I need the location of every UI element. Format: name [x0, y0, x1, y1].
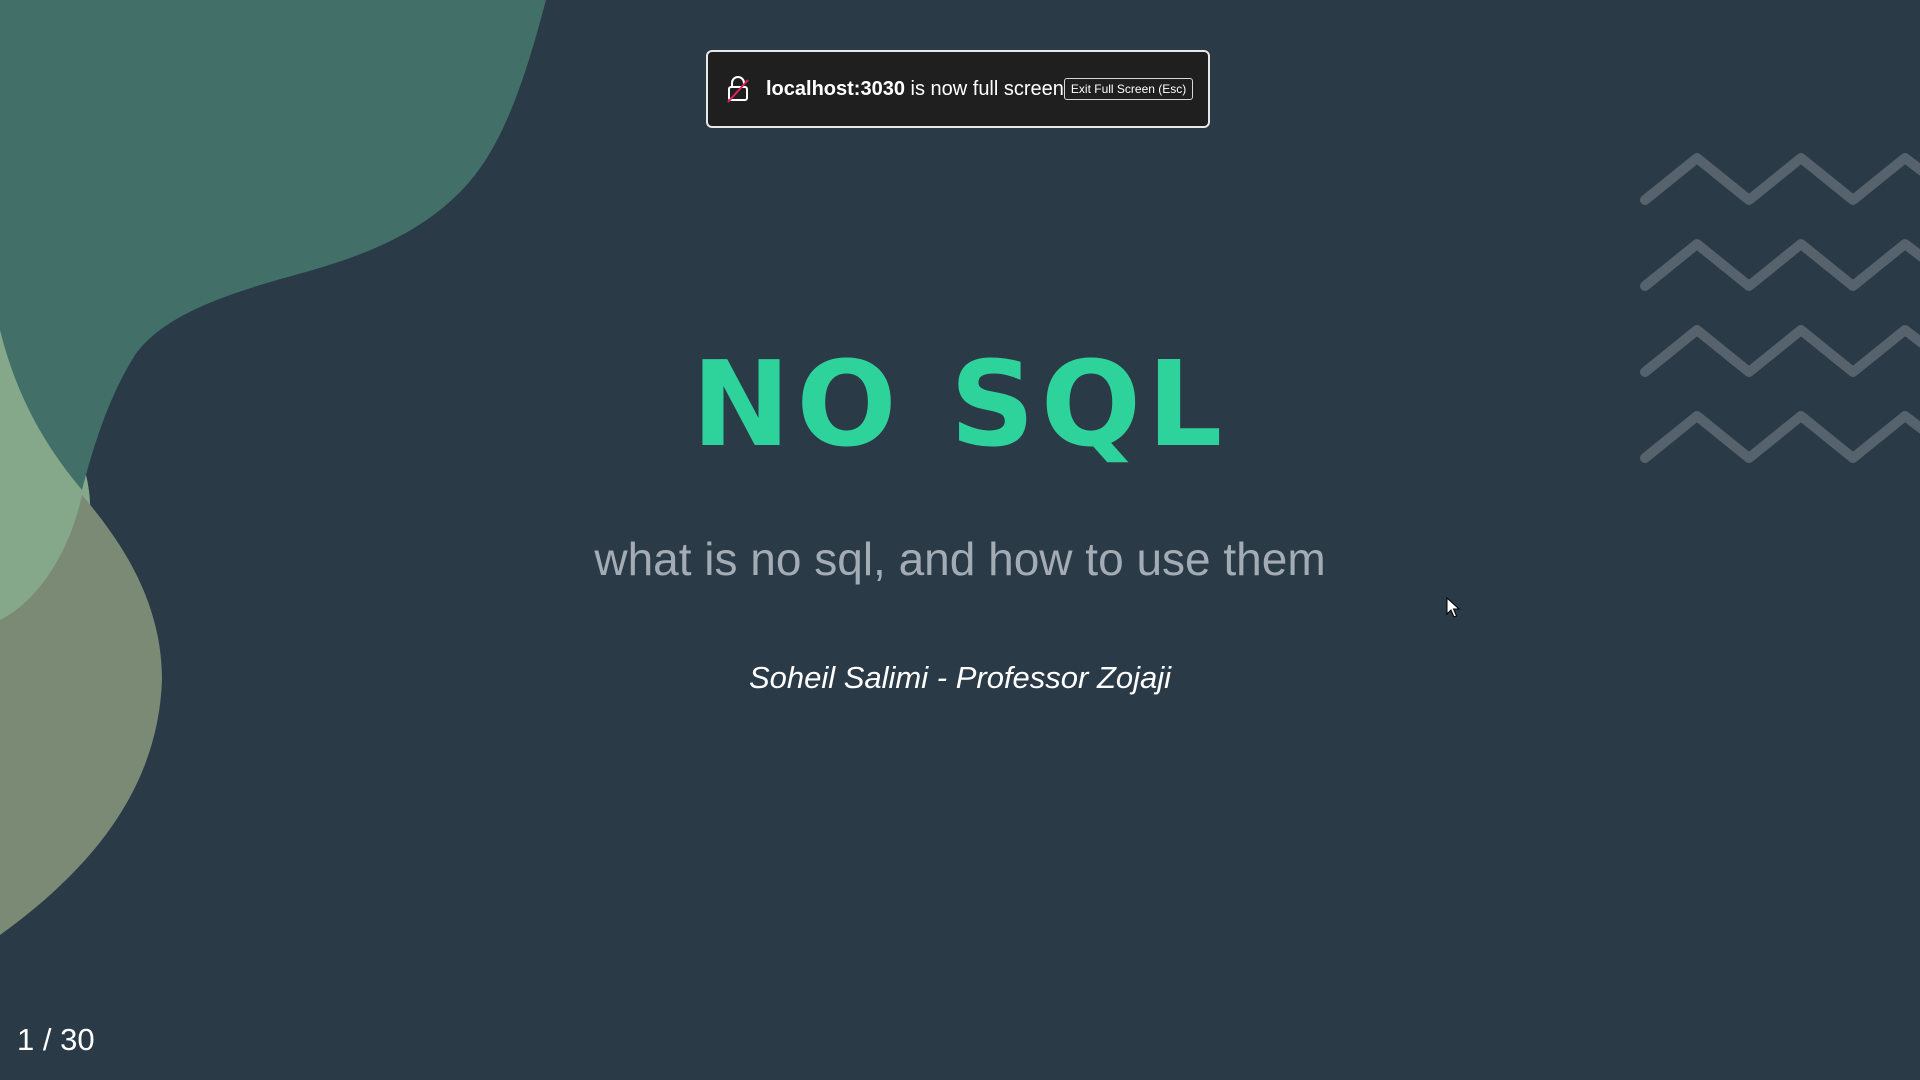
slide-page-indicator: 1 / 30 — [17, 1022, 95, 1057]
zigzag-line — [1640, 239, 1920, 291]
fullscreen-message: localhost:3030 is now full screen — [766, 78, 1064, 101]
fullscreen-message-text: is now full screen — [904, 77, 1064, 100]
fullscreen-notification: localhost:3030 is now full screen Exit F… — [706, 50, 1210, 128]
fullscreen-host: localhost:3030 — [766, 77, 905, 100]
presentation-slide[interactable]: localhost:3030 is now full screen Exit F… — [0, 0, 1920, 1080]
exit-fullscreen-button[interactable]: Exit Full Screen (Esc) — [1063, 78, 1194, 100]
slide-subtitle: what is no sql, and how to use them — [594, 533, 1326, 585]
unlock-icon — [727, 76, 749, 103]
slide-title: NO SQL — [691, 335, 1229, 473]
zigzag-line — [1640, 153, 1920, 205]
mouse-cursor-icon — [1446, 597, 1460, 618]
slide-author: Soheil Salimi - Professor Zojaji — [748, 660, 1172, 695]
